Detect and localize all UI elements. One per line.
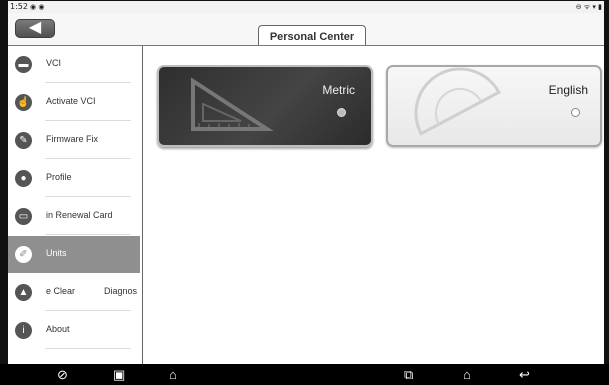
divider	[45, 82, 131, 83]
arrow-left-icon: ◀	[28, 19, 42, 36]
divider	[45, 310, 131, 311]
sidebar-item-activate-vci[interactable]: ☝ Activate VCI	[8, 84, 140, 121]
sidebar-item-firmware-fix[interactable]: ✎ Firmware Fix	[8, 122, 140, 159]
header: ◀ Personal Center	[8, 13, 604, 46]
hand-icon: ☝	[15, 94, 32, 111]
car-icon[interactable]: ⌂	[169, 366, 177, 383]
sidebar-item-clear-diagnose[interactable]: ▲ e Clear Diagnos	[8, 274, 140, 311]
metric-label: Metric	[322, 83, 355, 97]
tab-label: Personal Center	[269, 31, 355, 43]
sidebar-item-label: Units	[46, 248, 67, 258]
back-icon[interactable]: ↩	[519, 366, 530, 383]
info-icon: i	[15, 322, 32, 339]
person-icon: ●	[15, 170, 32, 187]
recent-apps-icon[interactable]: ⧉	[404, 366, 413, 383]
device-frame: 1:52 ◉ ◉ ⊖ ᯤ ▾ ▮ ◀ Personal Center ▬ VCI…	[0, 0, 609, 385]
english-label: English	[548, 83, 588, 97]
gallery-icon[interactable]: ▣	[113, 366, 125, 383]
divider	[45, 158, 131, 159]
vci-icon: ▬	[15, 56, 32, 73]
browser-icon[interactable]: ⊘	[57, 366, 68, 383]
sidebar-item-label: VCI	[46, 58, 62, 68]
sidebar-item-label: Activate VCI	[46, 96, 96, 106]
ruler-icon: ✐	[15, 246, 32, 263]
status-bar: 1:52 ◉ ◉ ⊖ ᯤ ▾ ▮	[8, 1, 604, 13]
metric-radio[interactable]	[337, 108, 346, 117]
english-unit-card[interactable]: English	[386, 65, 602, 147]
sidebar-item-renewal-card[interactable]: ▭ in Renewal Card	[8, 198, 140, 235]
divider	[45, 234, 131, 235]
units-content: Metric English	[144, 46, 604, 364]
status-time: 1:52	[10, 2, 28, 11]
divider	[45, 348, 131, 349]
metric-unit-card[interactable]: Metric	[157, 65, 373, 147]
sidebar-item-label: About	[46, 324, 70, 334]
home-icon[interactable]: ⌂	[463, 366, 471, 383]
protractor-icon	[414, 67, 501, 136]
app-window: ◀ Personal Center ▬ VCI ☝ Activate VCI ✎…	[8, 13, 604, 364]
divider	[45, 196, 131, 197]
android-nav-bar: ⊘ ▣ ⌂ ⧉ ⌂ ↩	[0, 364, 609, 385]
triangle-ruler-icon	[191, 77, 274, 131]
sidebar-item-label-secondary: Diagnos	[104, 286, 138, 296]
sidebar: ▬ VCI ☝ Activate VCI ✎ Firmware Fix ● Pr…	[8, 46, 143, 364]
wrench-icon: ✎	[15, 132, 32, 149]
sidebar-item-label: Firmware Fix	[46, 134, 98, 144]
sidebar-item-profile[interactable]: ● Profile	[8, 160, 140, 197]
sidebar-item-label: Profile	[46, 172, 72, 182]
back-button[interactable]: ◀	[15, 19, 55, 38]
notification-icons: ◉ ◉	[30, 3, 45, 11]
sidebar-item-units[interactable]: ✐ Units	[8, 236, 140, 273]
sidebar-item-about[interactable]: i About	[8, 312, 140, 349]
system-status-icons: ⊖ ᯤ ▾ ▮	[575, 3, 602, 11]
sidebar-item-vci[interactable]: ▬ VCI	[8, 46, 140, 83]
english-radio[interactable]	[571, 108, 580, 117]
sidebar-item-label: e Clear	[46, 286, 76, 296]
divider	[45, 120, 131, 121]
tab-personal-center[interactable]: Personal Center	[258, 25, 366, 45]
bell-icon: ▲	[15, 284, 32, 301]
card-icon: ▭	[15, 208, 32, 225]
sidebar-item-label: in Renewal Card	[46, 210, 113, 220]
